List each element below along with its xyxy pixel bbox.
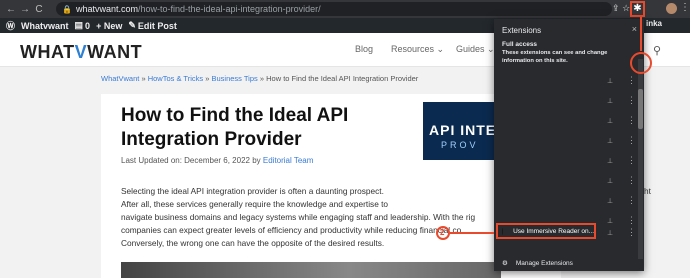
extension-row[interactable]: ⊥ ⋮ [494,175,644,189]
pin-icon[interactable]: ⊥ [607,217,613,225]
breadcrumb-subcategory[interactable]: Business Tips [211,74,257,83]
article-line: navigate business domains and legacy sys… [121,212,476,222]
forward-button[interactable]: → [18,4,32,15]
pin-icon[interactable]: ⊥ [607,157,613,165]
chevron-down-icon: ⌄ [436,44,445,54]
page-title: How to Find the Ideal API Integration Pro… [121,105,349,150]
pin-icon[interactable]: ⊥ [607,97,613,105]
pin-icon[interactable]: ⊥ [607,137,613,145]
browser-menu-icon[interactable]: ⋮ [680,2,690,13]
author-link[interactable]: Editorial Team [263,156,314,165]
extension-row[interactable]: ⊥ ⋮ [494,75,644,89]
more-icon[interactable]: ⋮ [627,135,636,146]
back-button[interactable]: ← [4,4,18,15]
search-icon[interactable]: ⚲ [653,44,661,57]
url-domain: whatvwant.com [75,4,138,14]
pin-icon[interactable]: ⊥ [607,77,613,85]
full-access-description: These extensions can see and change info… [502,50,608,64]
puzzle-icon: ✱ [633,3,642,14]
pencil-icon: ✎ [128,20,136,30]
nav-resources[interactable]: Resources ⌄ [391,44,444,55]
address-bar[interactable]: 🔒 whatvwant.com/how-to-find-the-ideal-api… [56,2,612,16]
close-icon[interactable]: × [632,24,637,34]
extension-row[interactable]: ⊥ ⋮ [494,95,644,109]
wp-user-name[interactable]: inka [646,19,663,28]
more-icon[interactable]: ⋮ [627,227,636,238]
gear-icon: ⚙ [502,260,508,267]
breadcrumb: WhatVwant » HowTos & Tricks » Business T… [101,74,419,83]
site-logo[interactable]: WHATVWANT [20,42,142,63]
extension-row[interactable]: ⊥ ⋮ [494,115,644,129]
more-icon[interactable]: ⋮ [627,155,636,166]
breadcrumb-current: How to Find the Ideal API Integration Pr… [266,74,419,83]
pin-icon[interactable]: ⊥ [607,197,613,205]
screenshot: ← → C 🔒 whatvwant.com/how-to-find-the-ide… [0,0,690,278]
more-icon[interactable]: ⋮ [627,175,636,186]
manage-extensions[interactable]: ⚙ Manage Extensions [502,259,573,267]
arrow-line [450,232,494,234]
breadcrumb-home[interactable]: WhatVwant [101,74,139,83]
comments-icon[interactable]: ▤ [75,20,84,31]
lock-icon: 🔒 [62,4,72,14]
more-icon[interactable]: ⋮ [627,115,636,126]
featured-image: API INTE PROV [423,102,497,160]
immersive-reader-item[interactable]: Use Immersive Reader on... [496,223,596,239]
url-path: /how-to-find-the-ideal-api-integration-p… [138,4,321,14]
more-icon[interactable]: ⋮ [627,215,636,226]
pin-icon[interactable]: ⊥ [607,117,613,125]
extension-row[interactable]: ⊥ ⋮ [494,155,644,169]
nav-blog[interactable]: Blog [355,44,373,54]
hero-image [121,262,501,278]
wp-new-button[interactable]: + New [96,21,122,31]
reload-button[interactable]: C [32,4,46,15]
avatar[interactable] [666,3,677,14]
arrow-line [640,17,642,51]
comments-count: 0 [85,20,91,31]
toolbar-icons: ⇪ ☆ [612,3,630,14]
more-icon[interactable]: ⋮ [627,95,636,106]
more-icon[interactable]: ⋮ [627,75,636,86]
immersive-reader-icon [502,227,504,235]
step-number: 2 [440,228,445,237]
nav-guides[interactable]: Guides ⌄ [456,44,495,55]
article-overflow: ht [644,186,651,196]
pin-icon[interactable]: ⊥ [607,177,613,185]
wp-site-name[interactable]: Whatvwant [21,21,69,31]
breadcrumb-category[interactable]: HowTos & Tricks [148,74,203,83]
post-meta: Last Updated on: December 6, 2022 by Edi… [121,156,314,165]
extension-row[interactable]: ⊥ ⋮ [494,195,644,209]
extension-row[interactable]: ⊥ ⋮ [494,135,644,149]
extensions-button[interactable]: ✱ [630,1,645,17]
pin-icon[interactable]: ⊥ [607,229,613,237]
full-access-heading: Full access [502,41,538,48]
article-line: After all, these services generally requ… [121,199,389,209]
star-icon[interactable]: ☆ [622,3,630,13]
share-icon[interactable]: ⇪ [612,3,620,13]
wordpress-icon[interactable]: Ⓦ [6,19,15,32]
wp-edit-post[interactable]: Edit Post [138,21,177,31]
popup-title: Extensions [502,26,542,35]
highlight-circle [630,52,652,74]
article-line: Selecting the ideal API integration prov… [121,186,384,196]
more-icon[interactable]: ⋮ [627,195,636,206]
